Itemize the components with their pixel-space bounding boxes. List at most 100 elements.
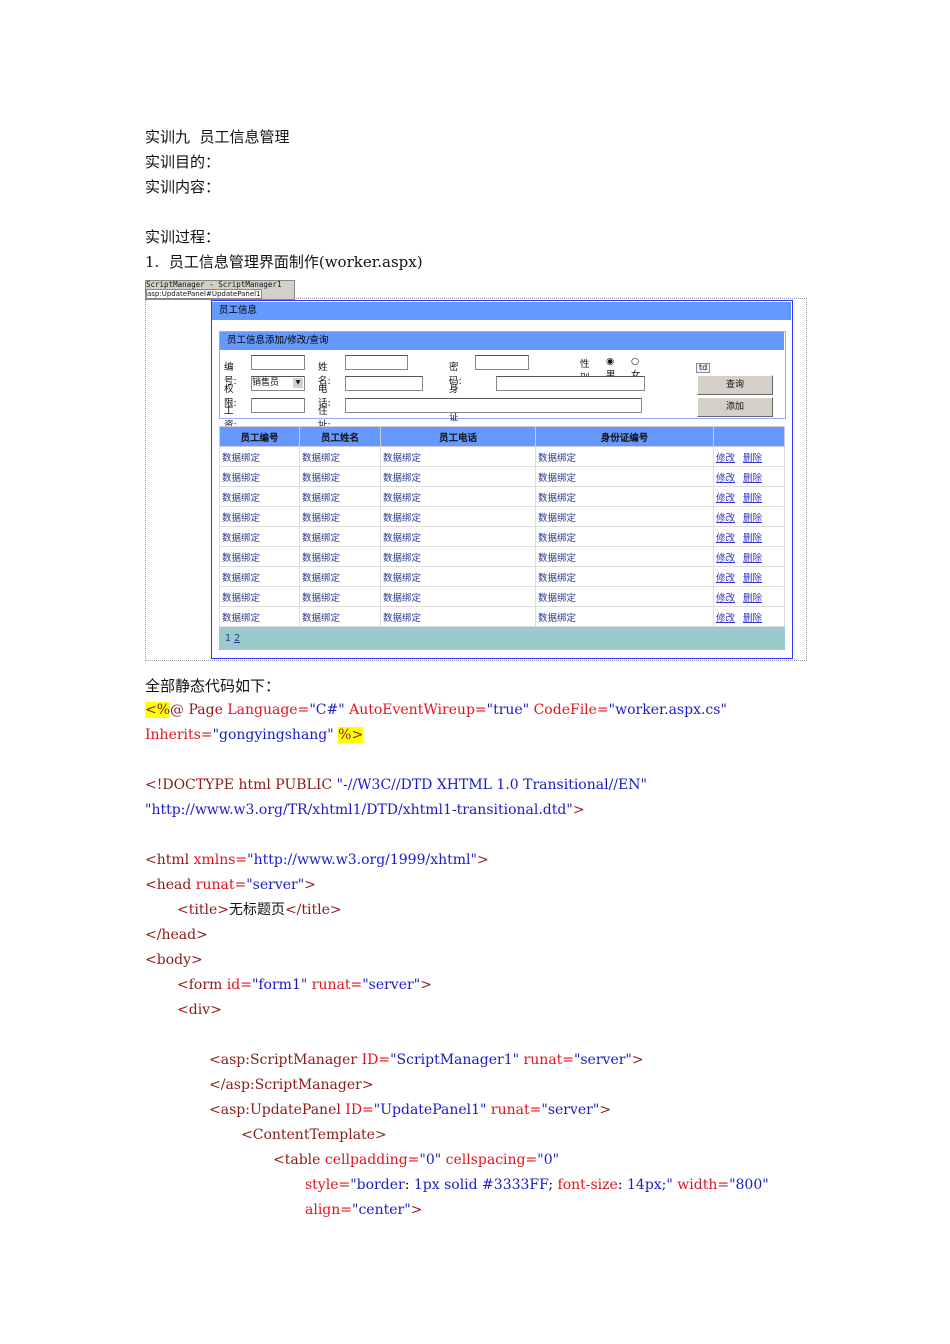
- col-actions: [713, 426, 785, 447]
- delete-link[interactable]: 删除: [743, 473, 762, 484]
- code-token: <%: [145, 702, 171, 718]
- code-line: <%@ Page Language="C#" AutoEventWireup="…: [145, 700, 727, 720]
- table-row: 数据绑定数据绑定数据绑定数据绑定修改删除: [219, 446, 785, 467]
- code-token: 1px solid #3333FF: [413, 1177, 549, 1193]
- table-row: 数据绑定数据绑定数据绑定数据绑定修改删除: [219, 566, 785, 587]
- delete-link[interactable]: 删除: [743, 573, 762, 584]
- doc-content: 实训内容：: [145, 178, 221, 196]
- code-token: </asp:ScriptManager>: [209, 1077, 374, 1093]
- code-token: style=: [305, 1177, 351, 1193]
- salary-input[interactable]: [251, 398, 305, 413]
- edit-link[interactable]: 修改: [716, 573, 735, 584]
- table-row: 数据绑定数据绑定数据绑定数据绑定修改删除: [219, 506, 785, 527]
- code-token: AutoEventWireup=: [344, 702, 487, 718]
- code-token: "border: [350, 1177, 405, 1193]
- edit-link[interactable]: 修改: [716, 553, 735, 564]
- delete-link[interactable]: 删除: [743, 513, 762, 524]
- delete-link[interactable]: 删除: [743, 453, 762, 464]
- code-line: <title>无标题页</title>: [177, 900, 342, 920]
- id-input[interactable]: [251, 355, 305, 370]
- code-token: "true": [486, 702, 530, 718]
- form-title: 员工信息添加/修改/查询: [220, 332, 784, 350]
- table-cell: 数据绑定: [535, 566, 714, 587]
- edit-link[interactable]: 修改: [716, 533, 735, 544]
- table-cell: 数据绑定: [219, 586, 300, 607]
- code-token: "server": [541, 1102, 600, 1118]
- col-name: 员工姓名: [299, 426, 381, 447]
- table-cell: 数据绑定: [219, 486, 300, 507]
- code-token: Language=: [227, 702, 310, 718]
- doc-step-1: 1. 员工信息管理界面制作(worker.aspx): [145, 253, 423, 271]
- address-input[interactable]: [345, 398, 642, 413]
- edit-link[interactable]: 修改: [716, 593, 735, 604]
- code-token: runat=: [195, 877, 247, 893]
- code-token: <asp:UpdatePanel: [209, 1102, 346, 1118]
- panel-title: 员工信息: [212, 302, 791, 320]
- code-token: >: [476, 852, 489, 868]
- document-page: 实训九 员工信息管理 实训目的： 实训内容： 实训过程： 1. 员工信息管理界面…: [0, 0, 950, 1344]
- edit-link[interactable]: 修改: [716, 493, 735, 504]
- table-row: 数据绑定数据绑定数据绑定数据绑定修改删除: [219, 546, 785, 567]
- code-token: runat=: [307, 977, 363, 993]
- code-token: CodeFile=: [529, 702, 609, 718]
- code-line: align="center">: [305, 1200, 422, 1220]
- table-cell: 数据绑定: [535, 606, 714, 627]
- code-token: <html: [145, 852, 194, 868]
- table-cell: 数据绑定: [535, 466, 714, 487]
- table-cell: 数据绑定: [535, 546, 714, 567]
- page-2-link[interactable]: 2: [234, 633, 240, 644]
- code-line: <form id="form1" runat="server">: [177, 975, 432, 995]
- code-token: >: [572, 802, 585, 818]
- code-token: id=: [226, 977, 252, 993]
- code-token: "800": [729, 1177, 769, 1193]
- delete-link[interactable]: 删除: [743, 533, 762, 544]
- code-token: :: [404, 1177, 414, 1193]
- table-row: 数据绑定数据绑定数据绑定数据绑定修改删除: [219, 586, 785, 607]
- phone-input[interactable]: [345, 376, 423, 391]
- delete-link[interactable]: 删除: [743, 493, 762, 504]
- code-token: >: [631, 1052, 644, 1068]
- code-line: <html xmlns="http://www.w3.org/1999/xhtm…: [145, 850, 489, 870]
- script-manager-tag: ScriptManager - ScriptManager1 asp:Updat…: [145, 280, 295, 300]
- delete-link[interactable]: 删除: [743, 553, 762, 564]
- code-token: align=: [305, 1202, 353, 1218]
- code-token: >: [410, 1202, 423, 1218]
- code-line: <asp:ScriptManager ID="ScriptManager1" r…: [209, 1050, 644, 1070]
- idcard-input[interactable]: [496, 376, 645, 391]
- table-cell: 数据绑定: [219, 546, 300, 567]
- code-line: <ContentTemplate>: [241, 1125, 387, 1145]
- edit-link[interactable]: 修改: [716, 613, 735, 624]
- code-token: >: [420, 977, 432, 993]
- delete-link[interactable]: 删除: [743, 593, 762, 604]
- table-cell: 数据绑定: [380, 546, 536, 567]
- code-line: <head runat="server">: [145, 875, 316, 895]
- table-cell: 数据绑定: [299, 566, 381, 587]
- table-cell: 数据绑定: [219, 466, 300, 487]
- delete-link[interactable]: 删除: [743, 613, 762, 624]
- table-cell: 数据绑定: [219, 606, 300, 627]
- table-row: 数据绑定数据绑定数据绑定数据绑定修改删除: [219, 606, 785, 627]
- edit-link[interactable]: 修改: [716, 473, 735, 484]
- table-row: 数据绑定数据绑定数据绑定数据绑定修改删除: [219, 486, 785, 507]
- edit-link[interactable]: 修改: [716, 513, 735, 524]
- code-token: width=: [672, 1177, 730, 1193]
- role-value: 销售员: [252, 378, 280, 388]
- actions-cell: 修改删除: [713, 446, 785, 467]
- col-idcard: 身份证编号: [535, 426, 714, 447]
- role-select[interactable]: 销售员 ▼: [251, 376, 305, 391]
- table-cell: 数据绑定: [299, 486, 381, 507]
- name-input[interactable]: [345, 355, 408, 370]
- query-button[interactable]: 查询: [697, 375, 773, 395]
- code-token: <div>: [177, 1002, 222, 1018]
- table-cell: 数据绑定: [380, 446, 536, 467]
- code-token: runat=: [519, 1052, 574, 1068]
- code-token: "server": [573, 1052, 632, 1068]
- edit-link[interactable]: 修改: [716, 453, 735, 464]
- code-token: </title>: [284, 902, 342, 918]
- code-token: @ Page: [170, 702, 228, 718]
- add-button[interactable]: 添加: [697, 397, 773, 417]
- col-phone: 员工电话: [380, 426, 536, 447]
- code-line: <!DOCTYPE html PUBLIC "-//W3C//DTD XHTML…: [145, 775, 647, 795]
- page-1: 1: [225, 633, 232, 644]
- password-input[interactable]: [475, 355, 529, 370]
